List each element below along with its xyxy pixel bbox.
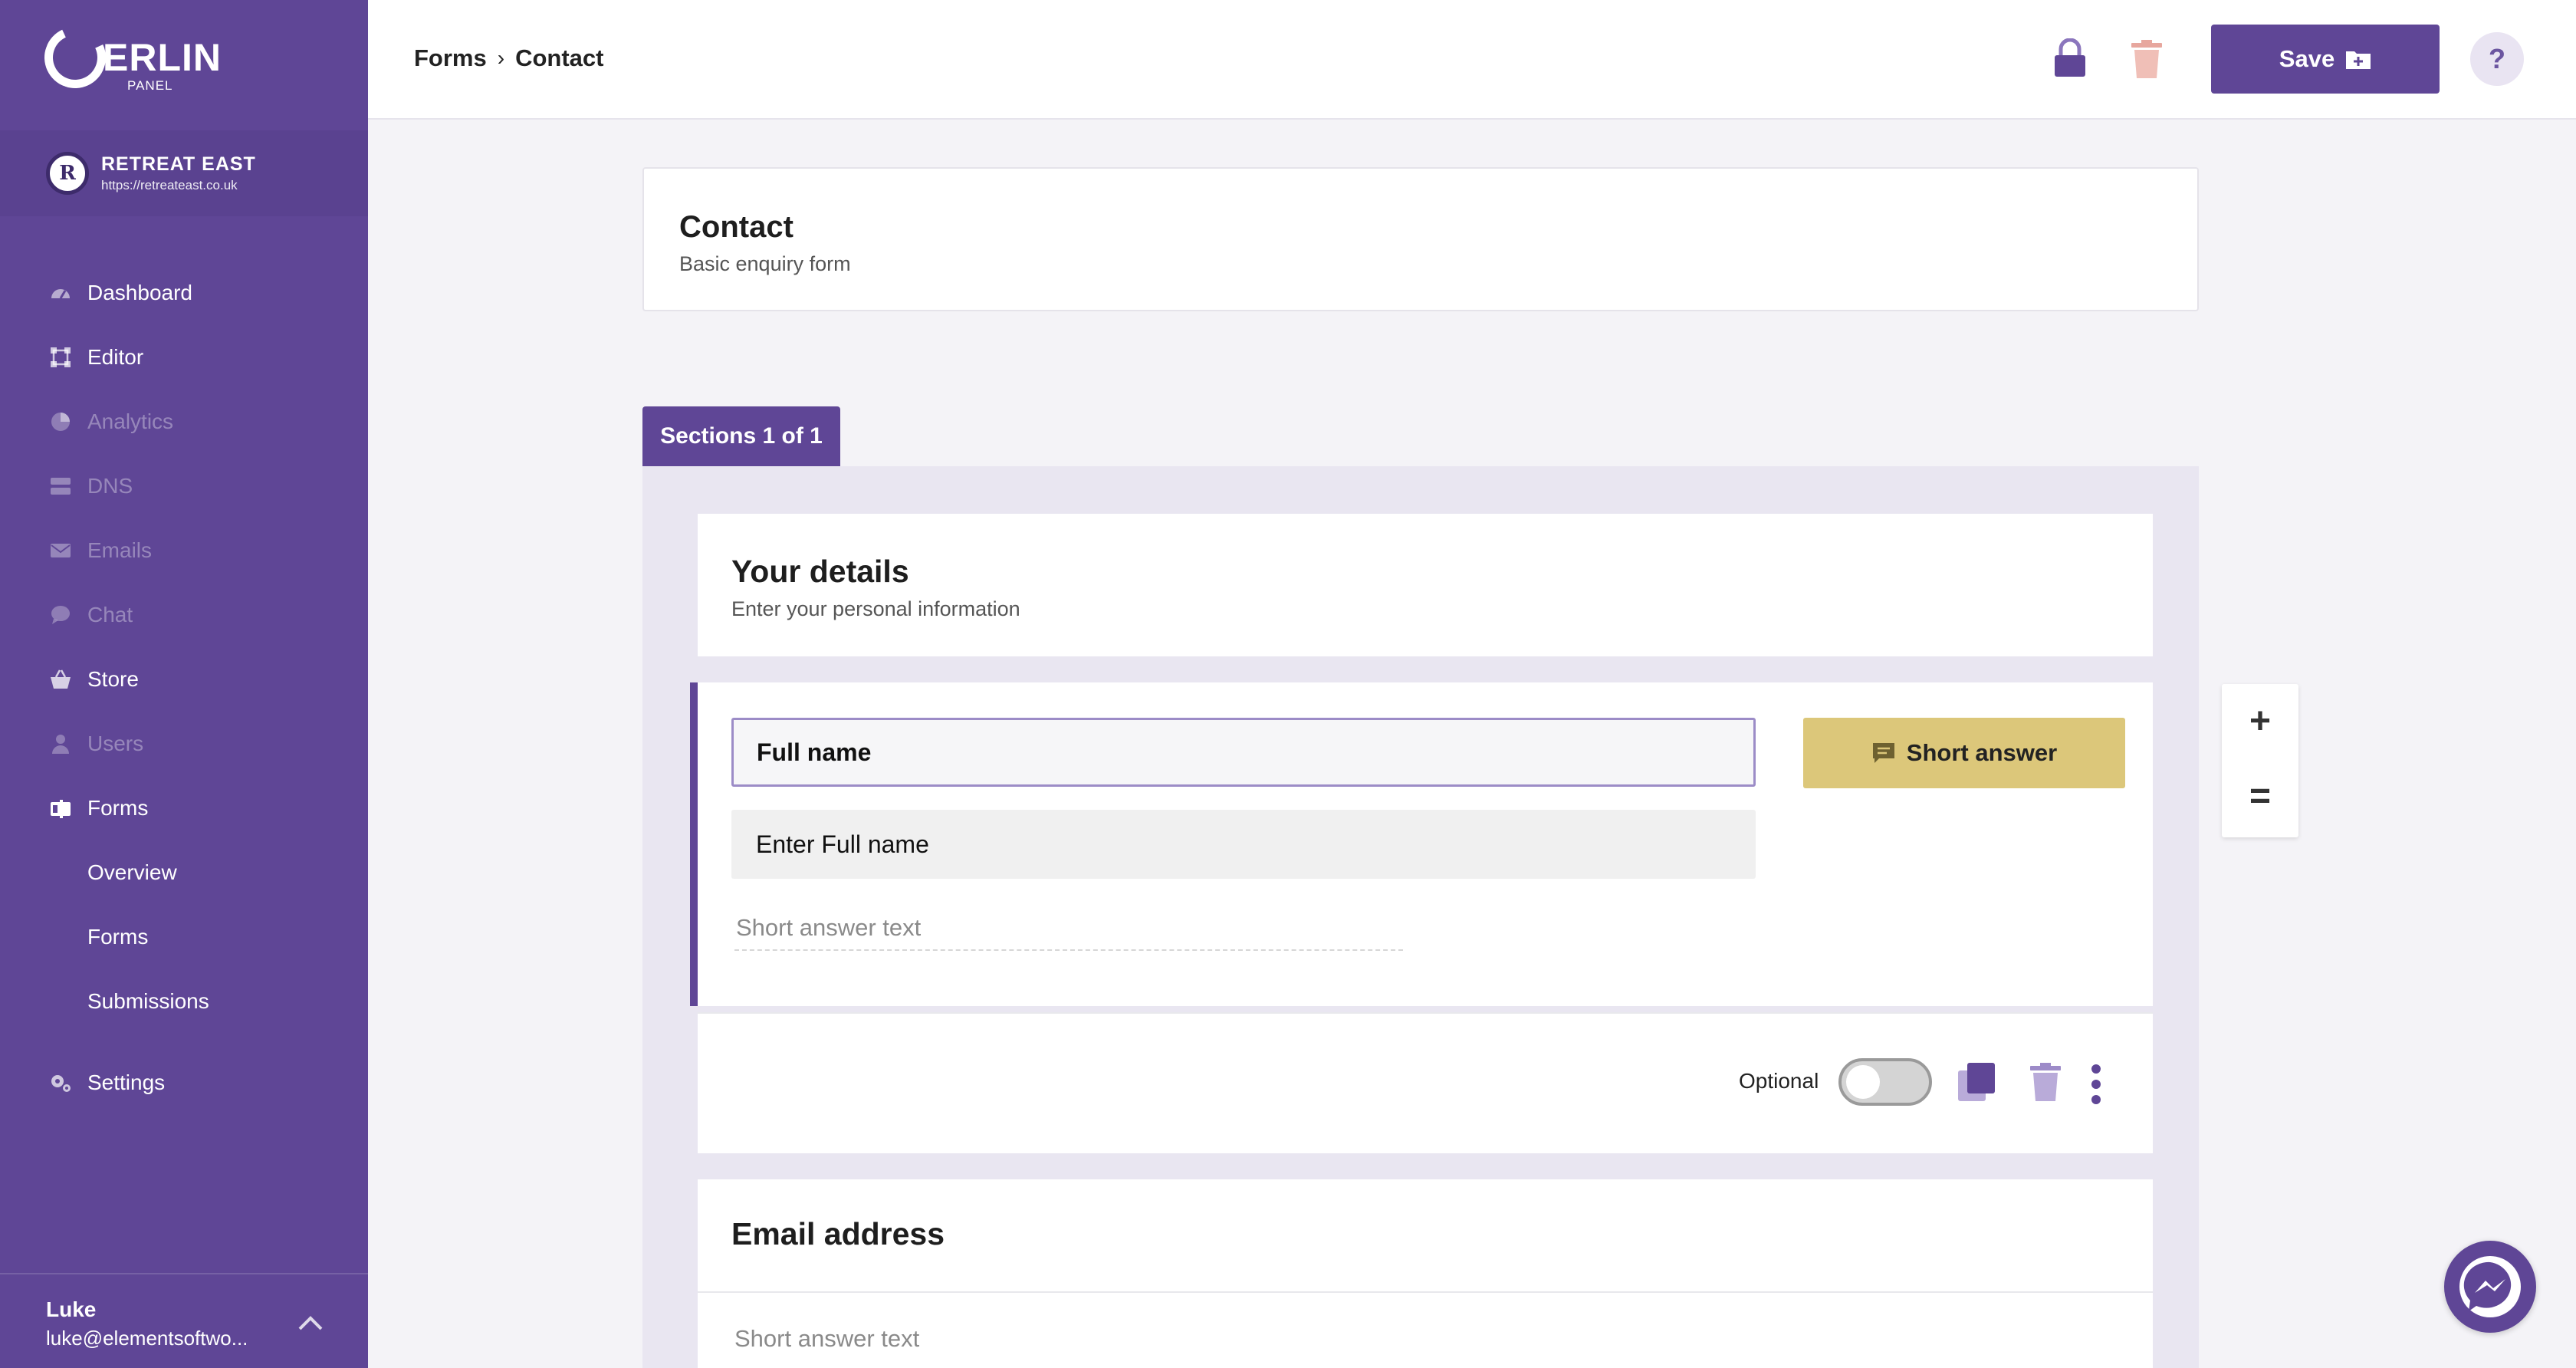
sidebar-item-label: Forms [87,796,149,820]
sidebar-item-label: Dashboard [87,281,192,304]
sidebar-subitem-label: Forms [87,925,149,949]
sections-tab[interactable]: Sections 1 of 1 [642,406,840,466]
duplicate-icon[interactable] [1957,1061,1996,1104]
envelope-icon [48,539,74,562]
help-button[interactable]: ? [2470,32,2524,86]
optional-label: Optional [1739,1069,1819,1093]
sidebar-item-forms[interactable]: Forms [0,776,368,840]
add-section-button[interactable]: = [2222,759,2298,833]
question-title: Email address [731,1216,945,1251]
breadcrumb-chevron-icon: › [497,46,505,70]
forms-icon [48,797,74,820]
top-header: Forms › Contact Save ? [368,0,2576,120]
logo-subtext: PANEL [127,78,173,93]
question-card-email[interactable]: Email address Short answer text [698,1179,2153,1368]
sidebar-item-analytics[interactable]: Analytics [0,390,368,454]
sidebar-item-users[interactable]: Users [0,712,368,776]
breadcrumb: Forms › Contact [414,44,603,72]
messenger-icon [2459,1256,2521,1317]
zoom-controls: + = [2222,684,2298,837]
section-description: Enter your personal information [731,597,1020,620]
sidebar-item-chat[interactable]: Chat [0,583,368,647]
sidebar-nav: Dashboard Editor Analytics DNS Emails Ch… [0,261,368,1115]
sidebar-item-label: Editor [87,345,144,369]
basket-icon [48,668,74,691]
question-title-input[interactable] [731,718,1756,787]
sidebar-item-emails[interactable]: Emails [0,518,368,583]
form-title: Contact [679,210,794,244]
answer-preview: Short answer text [734,905,1403,951]
save-button-label: Save [2279,45,2335,72]
site-switcher[interactable]: R RETREAT EAST https://retreateast.co.uk [0,130,368,216]
sidebar-item-editor[interactable]: Editor [0,325,368,390]
save-button[interactable]: Save [2211,25,2440,94]
sidebar-subitem-overview[interactable]: Overview [0,840,368,905]
chevron-up-icon[interactable] [297,1314,324,1331]
breadcrumb-forms[interactable]: Forms [414,44,487,72]
sidebar-item-label: DNS [87,474,133,498]
sidebar: ERLIN PANEL R RETREAT EAST https://retre… [0,0,368,1368]
question-type-button[interactable]: Short answer [1803,718,2125,788]
sidebar-item-dns[interactable]: DNS [0,454,368,518]
folder-plus-icon [2346,51,2371,69]
divider [698,1291,2153,1293]
user-icon [48,732,74,755]
merlin-logo[interactable]: ERLIN PANEL [35,18,222,97]
messenger-chat-button[interactable] [2444,1241,2536,1333]
site-name: RETREAT EAST [101,153,256,175]
pie-chart-icon [48,410,74,433]
logo-text: ERLIN [103,36,222,79]
site-avatar: R [46,152,89,195]
user-menu[interactable]: Luke luke@elementsoftwo... [0,1273,368,1368]
optional-toggle[interactable] [1838,1058,1932,1106]
sidebar-subitem-submissions[interactable]: Submissions [0,969,368,1034]
question-footer: Optional [698,1012,2153,1153]
trash-icon[interactable] [2128,38,2165,80]
add-question-button[interactable]: + [2222,684,2298,758]
more-options-icon[interactable] [2088,1063,2104,1106]
form-description: Basic enquiry form [679,252,851,275]
lock-icon[interactable] [2052,38,2088,78]
gauge-icon [48,281,74,304]
question-placeholder-input[interactable] [731,810,1756,879]
site-url: https://retreateast.co.uk [101,178,238,192]
breadcrumb-contact: Contact [515,44,604,71]
question-card-full-name[interactable]: Short answer text Short answer Optional [690,682,2153,1153]
section-container: Your details Enter your personal informa… [642,466,2199,1368]
frame-icon [48,346,74,369]
section-title: Your details [731,554,909,589]
sidebar-subitem-label: Overview [87,860,177,884]
section-header-card[interactable]: Your details Enter your personal informa… [698,514,2153,656]
answer-preview: Short answer text [734,1325,920,1352]
sidebar-item-dashboard[interactable]: Dashboard [0,261,368,325]
chat-bubble-icon [48,603,74,626]
form-info-card[interactable]: Contact Basic enquiry form [642,167,2199,311]
server-icon [48,475,74,498]
question-type-label: Short answer [1906,739,2058,766]
short-answer-icon [1872,743,1894,763]
sidebar-subitem-forms[interactable]: Forms [0,905,368,969]
sidebar-item-label: Store [87,667,139,691]
toggle-knob [1846,1065,1880,1099]
sidebar-item-settings[interactable]: Settings [0,1051,368,1115]
sidebar-item-label: Settings [87,1070,166,1094]
sidebar-subitem-label: Submissions [87,989,209,1013]
delete-question-icon[interactable] [2029,1061,2062,1103]
gears-icon [48,1071,74,1094]
sidebar-item-label: Users [87,732,144,755]
sidebar-item-label: Analytics [87,409,174,433]
sidebar-item-label: Chat [87,603,133,626]
sidebar-item-store[interactable]: Store [0,647,368,712]
sidebar-item-label: Emails [87,538,153,562]
